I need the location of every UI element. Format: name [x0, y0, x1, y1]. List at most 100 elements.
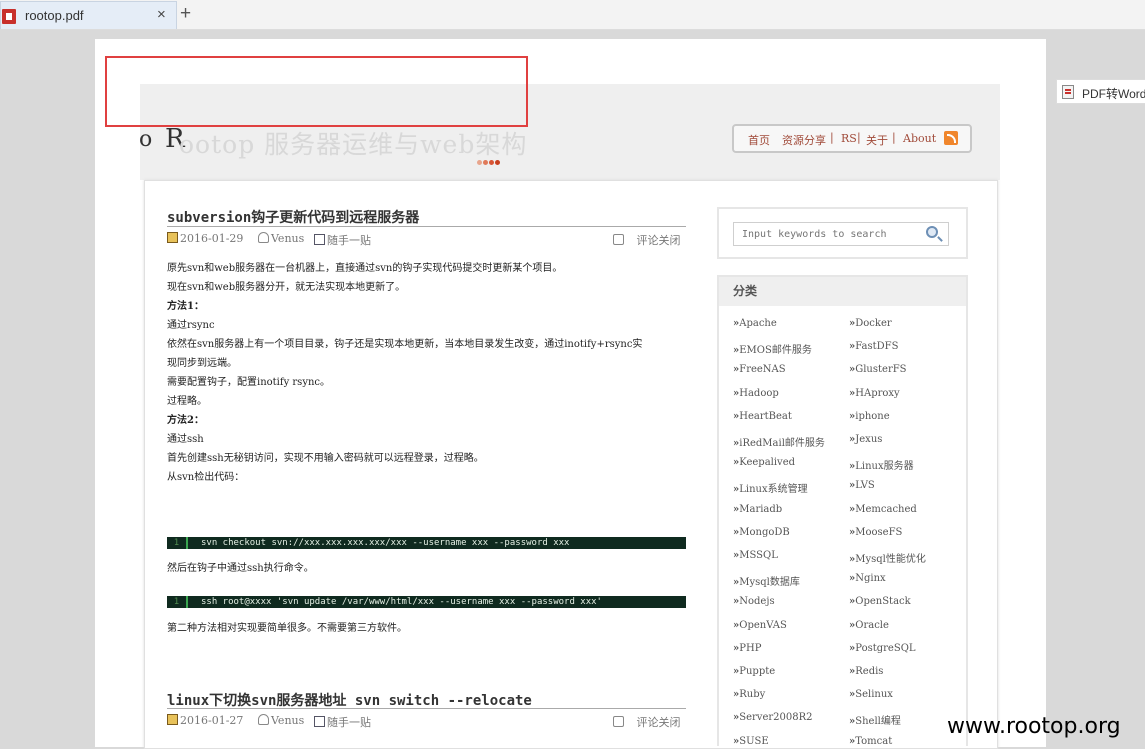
nav-about[interactable]: About [903, 132, 936, 145]
logo-dot [489, 160, 494, 165]
category-link[interactable]: » OpenStack [849, 596, 911, 607]
category-link[interactable]: » Mysql数据库 [733, 573, 800, 588]
double-chevron-icon: » [733, 736, 739, 747]
category-label: Nodejs [739, 596, 775, 607]
nav-resource-share[interactable]: 资源分享 [782, 132, 826, 148]
folder-icon [314, 234, 325, 245]
category-label: OpenVAS [739, 620, 787, 631]
category-label: Keepalived [739, 457, 796, 468]
category-link[interactable]: » Tomcat [849, 736, 892, 747]
double-chevron-icon: » [733, 666, 739, 677]
double-chevron-icon: » [733, 484, 739, 495]
category-link[interactable]: » PHP [733, 643, 761, 654]
category-link[interactable]: » PostgreSQL [849, 643, 916, 654]
post-title[interactable]: subversion钩子更新代码到远程服务器 [167, 207, 419, 227]
pdf-page: o R ootop 服务器运维与web架构 首页 资源分享 | RS | 关于 … [95, 39, 1046, 749]
code-block: 1 ssh root@xxxx 'svn update /var/www/html… [167, 596, 686, 608]
body-heading: 方法2： [167, 415, 204, 426]
category-link[interactable]: » Nodejs [733, 596, 775, 607]
code-line-number: 1 [167, 537, 188, 549]
category-link[interactable]: » Hadoop [733, 388, 779, 399]
category-link[interactable]: » Puppte [733, 666, 775, 677]
category-link[interactable]: » Selinux [849, 689, 893, 700]
new-tab-button[interactable]: + [180, 3, 191, 25]
post-title[interactable]: linux下切换svn服务器地址 svn switch --relocate [167, 690, 532, 710]
category-link[interactable]: » OpenVAS [733, 620, 787, 631]
category-link[interactable]: » Mariadb [733, 504, 782, 515]
nav-separator: | [892, 131, 896, 144]
category-link[interactable]: » FastDFS [849, 341, 898, 352]
double-chevron-icon: » [849, 666, 855, 677]
category-label: Redis [855, 666, 884, 677]
double-chevron-icon: » [733, 438, 739, 449]
category-label: GlusterFS [855, 364, 907, 375]
double-chevron-icon: » [849, 480, 855, 491]
category-link[interactable]: » Oracle [849, 620, 889, 631]
post-title-underline [167, 708, 686, 709]
code-text: svn checkout svn://xxx.xxx.xxx.xxx/xxx -… [201, 538, 570, 548]
category-label: Memcached [855, 504, 917, 515]
pdf-convert-icon [1062, 85, 1074, 99]
category-link[interactable]: » Mysql性能优化 [849, 550, 926, 565]
nav-home[interactable]: 首页 [748, 132, 770, 148]
category-link[interactable]: » iphone [849, 411, 890, 422]
category-link[interactable]: » Linux服务器 [849, 457, 914, 472]
search-icon[interactable] [926, 226, 938, 238]
double-chevron-icon: » [733, 457, 739, 468]
category-link[interactable]: » iRedMail邮件服务 [733, 434, 825, 449]
category-label: Puppte [739, 666, 776, 677]
double-chevron-icon: » [733, 388, 739, 399]
category-link[interactable]: » MSSQL [733, 550, 778, 561]
body-line: 过程略。 [167, 396, 207, 407]
category-link[interactable]: » Linux系统管理 [733, 480, 808, 495]
category-link[interactable]: » Apache [733, 318, 777, 329]
category-link[interactable]: » SUSE [733, 736, 769, 747]
body-line: 从svn检出代码： [167, 472, 245, 483]
category-link[interactable]: » MongoDB [733, 527, 790, 538]
double-chevron-icon: » [733, 689, 739, 700]
category-link[interactable]: » Keepalived [733, 457, 795, 468]
category-label: Jexus [855, 434, 883, 445]
calendar-icon [167, 714, 178, 725]
category-label: Mysql性能优化 [855, 554, 926, 565]
category-link[interactable]: » EMOS邮件服务 [733, 341, 812, 356]
post-category[interactable]: 随手一贴 [314, 714, 371, 730]
double-chevron-icon: » [733, 345, 739, 356]
nav-about-cn[interactable]: 关于 [866, 132, 888, 148]
category-link[interactable]: » Docker [849, 318, 892, 329]
post-date-text: 2016-01-29 [180, 232, 244, 245]
category-link[interactable]: » GlusterFS [849, 364, 907, 375]
category-label: MSSQL [739, 550, 778, 561]
search-input[interactable] [733, 222, 949, 246]
body-line: 通过rsync [167, 320, 215, 331]
category-link[interactable]: » MooseFS [849, 527, 902, 538]
logo-dot [495, 160, 500, 165]
body-line: 现同步到远端。 [167, 358, 237, 369]
pdf-to-word-button[interactable]: PDF转Word [1056, 79, 1145, 104]
category-link[interactable]: » FreeNAS [733, 364, 786, 375]
category-link[interactable]: » Memcached [849, 504, 917, 515]
site-title[interactable]: ootop 服务器运维与web架构 [179, 125, 527, 161]
body-line: 通过ssh [167, 434, 204, 445]
close-tab-icon[interactable]: × [157, 6, 166, 23]
search-widget [717, 207, 968, 259]
folder-icon [314, 716, 325, 727]
category-link[interactable]: » Redis [849, 666, 883, 677]
tab-rootop-pdf[interactable]: rootop.pdf × [0, 1, 177, 29]
category-link[interactable]: » Server2008R2 [733, 712, 813, 723]
category-link[interactable]: » HeartBeat [733, 411, 792, 422]
category-link[interactable]: » Jexus [849, 434, 882, 445]
category-link[interactable]: » LVS [849, 480, 875, 491]
post-category[interactable]: 随手一贴 [314, 232, 371, 248]
post-author[interactable]: Venus [258, 714, 304, 727]
post-author[interactable]: Venus [258, 232, 304, 245]
category-label: iRedMail邮件服务 [739, 438, 825, 449]
category-link[interactable]: » Shell编程 [849, 712, 901, 727]
nav-rs[interactable]: RS [841, 132, 857, 145]
category-link[interactable]: » HAproxy [849, 388, 900, 399]
rss-icon[interactable] [944, 131, 958, 145]
category-label: PostgreSQL [855, 643, 916, 654]
category-link[interactable]: » Ruby [733, 689, 765, 700]
categories-heading: 分类 [719, 277, 966, 306]
category-link[interactable]: » Nginx [849, 573, 886, 584]
